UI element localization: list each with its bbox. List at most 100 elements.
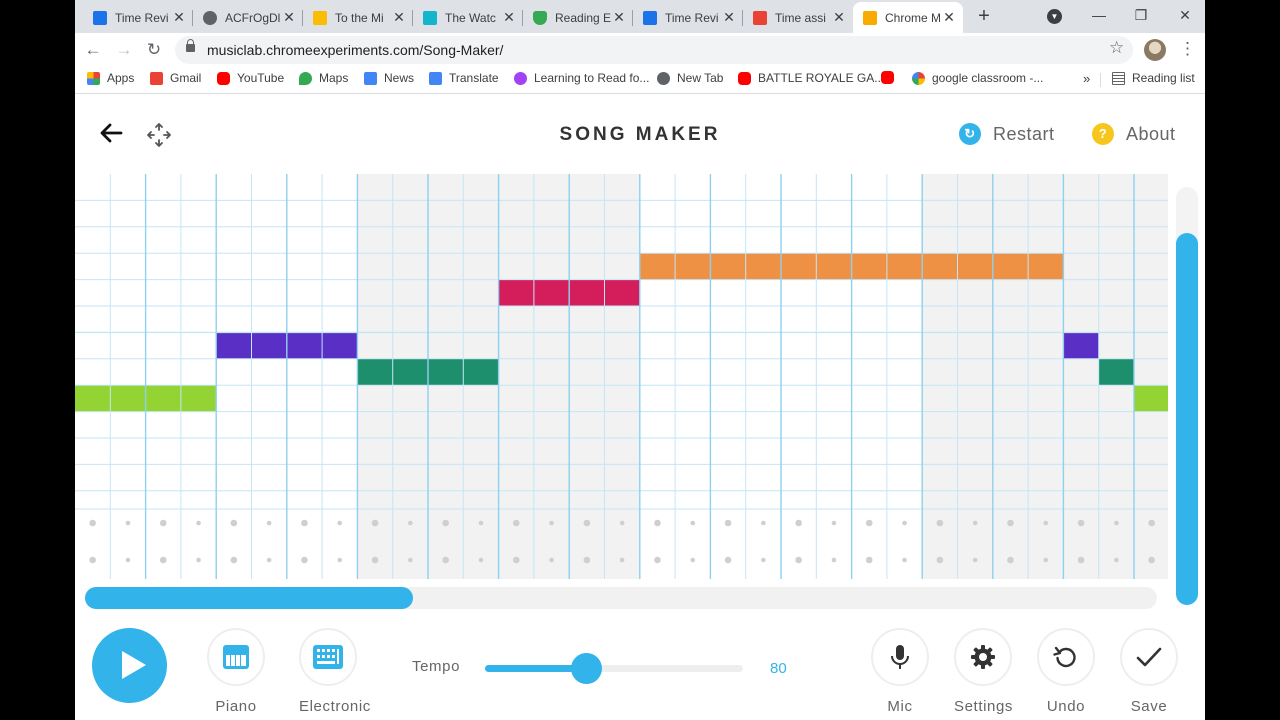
tempo-label: Tempo xyxy=(412,658,461,675)
tempo-value: 80 xyxy=(770,660,787,677)
minimize-button[interactable]: — xyxy=(1085,4,1113,26)
bookmark-label: News xyxy=(384,71,415,85)
tempo-slider[interactable] xyxy=(485,653,743,684)
mic-label: Mic xyxy=(887,698,913,715)
close-icon[interactable]: ✕ xyxy=(611,9,627,26)
bookmark-gmail[interactable]: Gmail xyxy=(150,71,201,85)
close-window-button[interactable]: ✕ xyxy=(1171,4,1199,26)
bookmark-maps[interactable]: Maps xyxy=(299,71,348,85)
about-button[interactable]: ? About xyxy=(1092,123,1176,145)
undo-button[interactable]: Undo xyxy=(1037,628,1095,715)
rhythm-dot xyxy=(89,556,96,564)
rhythm-dot xyxy=(442,519,449,527)
rhythm-dot xyxy=(549,520,554,526)
rhythm-dot xyxy=(159,556,167,564)
tab-time-review-1[interactable]: Time Revi ✕ xyxy=(83,2,193,33)
rhythm-dot xyxy=(478,557,484,563)
rhythm-dot xyxy=(196,557,201,563)
rhythm-dot xyxy=(442,556,449,564)
tab-chrome-music-lab[interactable]: Chrome M ✕ xyxy=(853,2,963,33)
back-button[interactable]: ← xyxy=(81,38,105,62)
tab-label: Time Revi xyxy=(665,10,719,25)
globe-icon xyxy=(657,71,670,85)
bookmark-youtube-2[interactable] xyxy=(881,71,901,84)
piano-instrument-button[interactable]: Piano xyxy=(207,628,265,715)
mic-button[interactable]: Mic xyxy=(871,628,929,715)
note-block[interactable] xyxy=(1063,332,1099,359)
browser-menu-icon[interactable]: ⋮ xyxy=(1179,39,1196,59)
bookmark-google-classroom[interactable]: google classroom -... xyxy=(912,71,1043,85)
forward-button[interactable]: → xyxy=(112,38,136,62)
restart-label: Restart xyxy=(993,123,1055,144)
bookmark-label: Gmail xyxy=(170,71,202,85)
microphone-icon xyxy=(891,645,909,669)
rhythm-dot xyxy=(831,520,837,526)
reading-list-icon xyxy=(1112,71,1125,85)
tab-search-icon[interactable]: ▼ xyxy=(1047,9,1062,24)
tempo-slider-handle[interactable] xyxy=(570,653,602,684)
rhythm-dot xyxy=(512,519,520,527)
electronic-instrument-button[interactable]: Electronic xyxy=(299,628,370,715)
tab-time-review-2[interactable]: Time Revi ✕ xyxy=(633,2,743,33)
tab-to-the-mi[interactable]: To the Mi ✕ xyxy=(303,2,413,33)
url-text[interactable]: musiclab.chromeexperiments.com/Song-Make… xyxy=(207,42,503,58)
play-button[interactable] xyxy=(92,628,167,703)
youtube-icon xyxy=(217,71,230,85)
tab-reading[interactable]: Reading E ✕ xyxy=(523,2,633,33)
undo-label: Undo xyxy=(1046,698,1086,715)
gmail-icon xyxy=(150,71,163,85)
close-icon[interactable]: ✕ xyxy=(941,9,957,26)
close-icon[interactable]: ✕ xyxy=(831,9,847,26)
bookmark-label: Learning to Read fo... xyxy=(534,71,650,85)
restore-button[interactable]: ❐ xyxy=(1127,4,1155,26)
reading-list-button[interactable]: Reading list xyxy=(1112,71,1195,85)
rhythm-dot xyxy=(619,520,625,526)
piano-icon xyxy=(223,645,249,669)
rhythm-dot xyxy=(902,520,907,526)
save-button[interactable]: Save xyxy=(1120,628,1178,715)
settings-button[interactable]: Settings xyxy=(954,628,1012,715)
bookmark-learning-to-read[interactable]: Learning to Read fo... xyxy=(514,71,649,85)
close-icon[interactable]: ✕ xyxy=(391,9,407,26)
bookmark-star-icon[interactable]: ☆ xyxy=(1109,39,1124,56)
rhythm-dot xyxy=(972,520,978,526)
note-block[interactable] xyxy=(1134,385,1168,412)
close-icon[interactable]: ✕ xyxy=(281,9,297,26)
rhythm-dot xyxy=(549,557,554,563)
close-icon[interactable]: ✕ xyxy=(501,9,517,26)
bookmark-new-tab[interactable]: New Tab xyxy=(657,71,723,85)
restart-button[interactable]: ↻ Restart xyxy=(959,123,1055,145)
tab-time-assignment[interactable]: Time assi ✕ xyxy=(743,2,853,33)
bookmark-youtube[interactable]: YouTube xyxy=(217,71,284,85)
tab-the-watch[interactable]: The Watc ✕ xyxy=(413,2,523,33)
bookmark-label: YouTube xyxy=(237,71,285,85)
bookmark-label: google classroom -... xyxy=(932,71,1044,85)
horizontal-scrollbar-thumb[interactable] xyxy=(85,587,413,609)
rhythm-dot xyxy=(371,519,379,527)
rhythm-dot xyxy=(936,519,944,527)
vertical-scrollbar-thumb[interactable] xyxy=(1176,233,1198,605)
note-block[interactable] xyxy=(1098,358,1134,386)
bookmark-apps[interactable]: Apps xyxy=(87,71,134,85)
reading-list-label: Reading list xyxy=(1132,71,1195,85)
tab-label: To the Mi xyxy=(335,10,384,25)
maps-icon xyxy=(299,71,312,85)
close-icon[interactable]: ✕ xyxy=(721,9,737,26)
bookmark-battle-royale[interactable]: BATTLE ROYALE GA... xyxy=(738,71,884,85)
rhythm-dot xyxy=(512,556,520,564)
browser-window: Time Revi ✕ ACFrOgDl ✕ To the Mi ✕ The W… xyxy=(75,0,1205,720)
song-grid[interactable] xyxy=(75,174,1168,579)
address-bar[interactable]: musiclab.chromeexperiments.com/Song-Make… xyxy=(175,36,1133,64)
reload-button[interactable]: ↻ xyxy=(142,38,166,62)
tab-acfrogdl[interactable]: ACFrOgDl ✕ xyxy=(193,2,303,33)
bookmark-translate[interactable]: Translate xyxy=(429,71,499,85)
more-bookmarks-icon[interactable]: » xyxy=(1083,71,1090,86)
close-icon[interactable]: ✕ xyxy=(171,9,187,26)
bookmark-news[interactable]: News xyxy=(364,71,414,85)
new-tab-button[interactable]: + xyxy=(973,5,995,27)
rhythm-dot xyxy=(478,520,484,526)
rhythm-dot xyxy=(724,556,732,564)
profile-avatar[interactable] xyxy=(1144,39,1166,61)
rhythm-dot xyxy=(371,556,379,564)
rhythm-dot xyxy=(266,520,272,526)
